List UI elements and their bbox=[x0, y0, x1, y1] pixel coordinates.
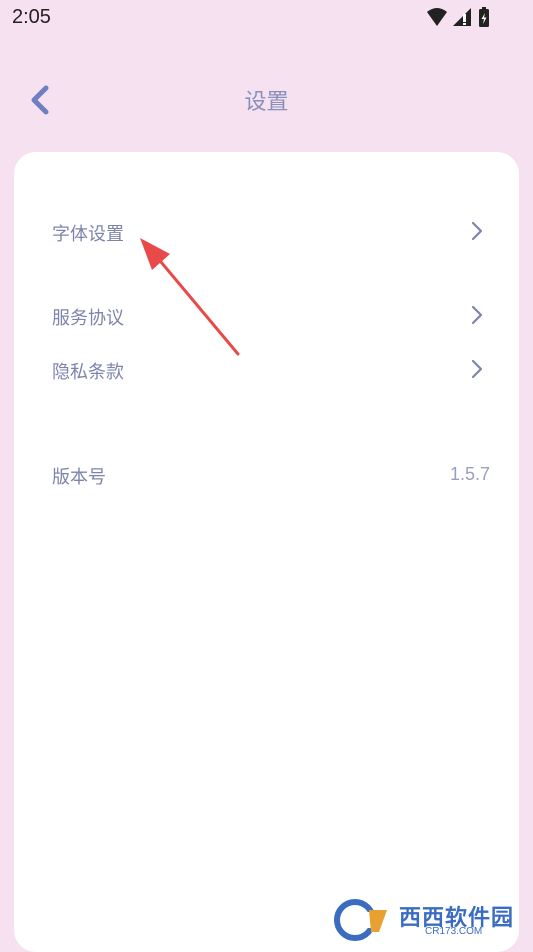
status-icons bbox=[427, 7, 489, 27]
settings-card: 字体设置 服务协议 隐私条款 版本号 1.5.7 bbox=[14, 152, 519, 952]
settings-item-label: 隐私条款 bbox=[52, 362, 124, 383]
page-title: 设置 bbox=[244, 90, 289, 115]
chevron-right-icon bbox=[471, 305, 483, 325]
watermark-subtext: CR173.COM bbox=[425, 926, 483, 937]
status-time: 2:05 bbox=[12, 6, 51, 28]
wifi-icon bbox=[427, 8, 447, 26]
battery-icon bbox=[479, 7, 489, 27]
version-value: 1.5.7 bbox=[449, 464, 490, 484]
settings-item-version: 版本号 1.5.7 bbox=[52, 455, 490, 495]
watermark: 西西软件园 CR173.COM bbox=[329, 898, 519, 942]
signal-icon bbox=[453, 8, 471, 26]
settings-item-privacy-policy[interactable]: 隐私条款 bbox=[52, 350, 483, 390]
settings-item-label: 服务协议 bbox=[52, 308, 124, 329]
version-label: 版本号 bbox=[52, 467, 106, 488]
settings-item-font[interactable]: 字体设置 bbox=[52, 212, 483, 252]
watermark-logo-icon bbox=[334, 899, 387, 941]
status-bar: 2:05 bbox=[0, 0, 533, 38]
settings-item-label: 字体设置 bbox=[52, 224, 124, 245]
chevron-right-icon bbox=[471, 359, 483, 379]
settings-item-service-agreement[interactable]: 服务协议 bbox=[52, 296, 483, 336]
chevron-right-icon bbox=[471, 221, 483, 241]
header: 设置 bbox=[0, 60, 533, 140]
